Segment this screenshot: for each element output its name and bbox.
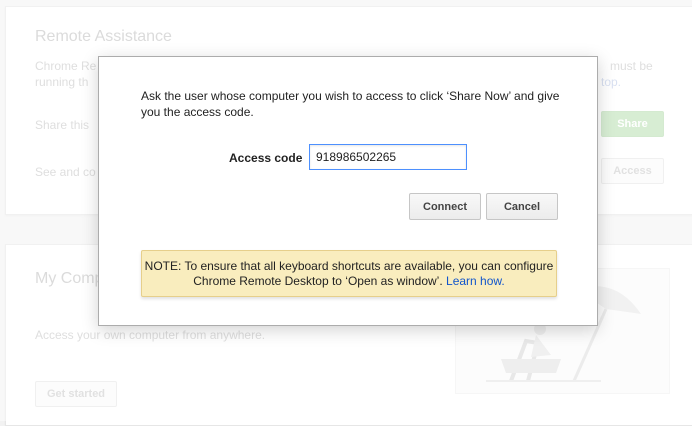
access-code-dialog: Ask the user whose computer you wish to …	[98, 56, 598, 326]
connect-button[interactable]: Connect	[409, 193, 481, 220]
learn-how-link[interactable]: Learn how.	[446, 274, 505, 288]
access-code-label: Access code	[229, 151, 303, 165]
access-code-input[interactable]	[309, 144, 467, 170]
dialog-message: Ask the user whose computer you wish to …	[141, 89, 560, 119]
cancel-button[interactable]: Cancel	[486, 193, 558, 220]
keyboard-shortcuts-note: NOTE: To ensure that all keyboard shortc…	[141, 250, 557, 297]
